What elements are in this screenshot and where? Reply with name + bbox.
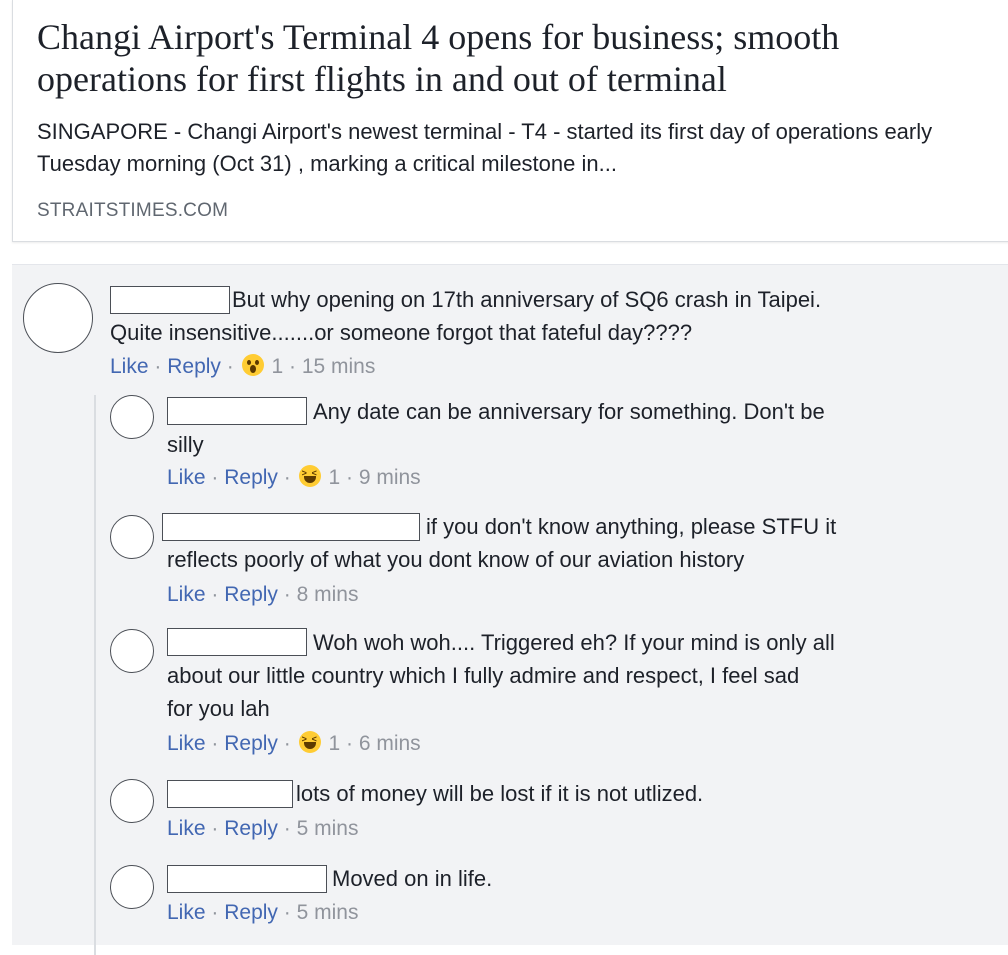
comment-text: lots of money will be lost if it is not …	[296, 781, 704, 806]
separator: ·	[211, 466, 219, 489]
comment-time[interactable]: 5 mins	[297, 901, 359, 924]
comment-actions: Like · Reply · 5 mins	[167, 899, 358, 927]
separator: ·	[283, 901, 291, 924]
article-description: SINGAPORE - Changi Airport's newest term…	[37, 119, 933, 176]
separator: ·	[345, 466, 353, 489]
separator: ·	[288, 355, 296, 378]
comment-text-continued: for you lah	[167, 696, 270, 721]
separator: ·	[283, 466, 291, 489]
comment-text: But why opening on 17th anniversary of S…	[232, 287, 822, 312]
redacted-author-name	[162, 513, 420, 541]
reaction-count[interactable]: 1	[328, 466, 340, 489]
comment-text: Moved on in life.	[332, 866, 493, 891]
separator: ·	[226, 355, 234, 378]
separator: ·	[211, 732, 219, 755]
comment-time[interactable]: 8 mins	[297, 583, 359, 606]
separator: ·	[211, 901, 219, 924]
comments-section: But why opening on 17th anniversary of S…	[12, 264, 1008, 955]
comment-text: Woh woh woh.... Triggered eh? If your mi…	[313, 630, 835, 655]
reply-link[interactable]: Reply	[224, 732, 278, 755]
comment-actions: Like · Reply · 5 mins	[167, 815, 358, 843]
reply-link[interactable]: Reply	[167, 355, 221, 378]
separator: ·	[211, 817, 219, 840]
like-link[interactable]: Like	[167, 583, 206, 606]
avatar[interactable]	[23, 283, 93, 353]
comment-text: Any date can be anniversary for somethin…	[313, 399, 825, 424]
reply-link[interactable]: Reply	[224, 901, 278, 924]
comment-text-continued: reflects poorly of what you dont know of…	[167, 547, 745, 572]
reply-thread-line	[94, 395, 96, 955]
comment-text-continued: silly	[167, 432, 204, 457]
like-link[interactable]: Like	[167, 901, 206, 924]
comment-actions: Like · Reply · > < 1 · 6 mins	[167, 730, 421, 758]
avatar[interactable]	[110, 629, 154, 673]
reply-link[interactable]: Reply	[224, 466, 278, 489]
comment-actions: Like · Reply · 8 mins	[167, 581, 358, 609]
redacted-author-name	[167, 865, 327, 893]
redacted-author-name	[167, 780, 293, 808]
reaction-count[interactable]: 1	[271, 355, 283, 378]
reply-link[interactable]: Reply	[224, 817, 278, 840]
laughing-emoji-icon[interactable]: > <	[298, 731, 321, 753]
redacted-author-name	[110, 286, 230, 314]
laughing-emoji-icon[interactable]: > <	[298, 465, 321, 487]
avatar[interactable]	[110, 779, 154, 823]
separator: ·	[345, 732, 353, 755]
avatar[interactable]	[110, 865, 154, 909]
separator: ·	[154, 355, 162, 378]
like-link[interactable]: Like	[110, 355, 149, 378]
comment-actions: Like · Reply · 1 · 15 mins	[110, 353, 375, 381]
redacted-author-name	[167, 397, 307, 425]
comment-time[interactable]: 5 mins	[297, 817, 359, 840]
link-preview-card[interactable]: Changi Airport's Terminal 4 opens for bu…	[12, 0, 1008, 242]
like-link[interactable]: Like	[167, 817, 206, 840]
reply-link[interactable]: Reply	[224, 583, 278, 606]
separator: ·	[211, 583, 219, 606]
avatar[interactable]	[110, 395, 154, 439]
like-link[interactable]: Like	[167, 466, 206, 489]
article-title[interactable]: Changi Airport's Terminal 4 opens for bu…	[37, 16, 997, 100]
comment-time[interactable]: 9 mins	[359, 466, 421, 489]
redacted-author-name	[167, 628, 307, 656]
like-link[interactable]: Like	[167, 732, 206, 755]
separator: ·	[283, 817, 291, 840]
surprised-emoji-icon[interactable]	[241, 354, 264, 376]
comment-text: if you don't know anything, please STFU …	[426, 514, 837, 539]
comment-time[interactable]: 6 mins	[359, 732, 421, 755]
reaction-count[interactable]: 1	[328, 732, 340, 755]
article-domain: STRAITSTIMES.COM	[37, 200, 229, 221]
separator: ·	[283, 732, 291, 755]
avatar[interactable]	[110, 515, 154, 559]
comment-time[interactable]: 15 mins	[302, 355, 376, 378]
comment-actions: Like · Reply · > < 1 · 9 mins	[167, 464, 421, 492]
separator: ·	[283, 583, 291, 606]
comment-text-continued: Quite insensitive.......or someone forgo…	[110, 320, 693, 345]
comment-text-continued: about our little country which I fully a…	[167, 663, 800, 688]
